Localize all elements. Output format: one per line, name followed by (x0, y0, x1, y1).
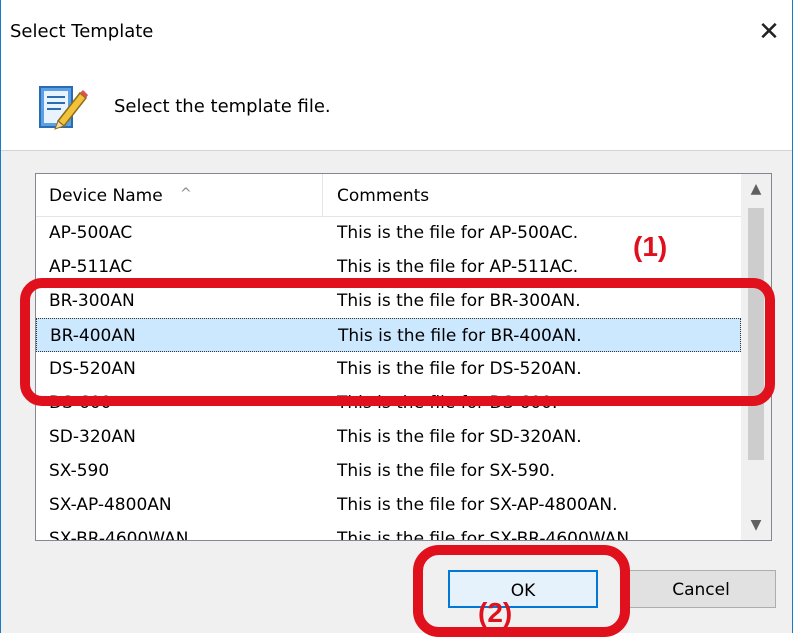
list-header: Device Name ^ Comments (36, 174, 741, 217)
dialog-header: Select the template file. (1, 68, 792, 151)
close-icon: ✕ (758, 17, 780, 47)
comment-cell: This is the file for SD-320AN. (337, 427, 582, 447)
instruction-text: Select the template file. (114, 96, 331, 117)
list-item[interactable]: SD-320AN This is the file for SD-320AN. (36, 420, 741, 454)
comment-cell: This is the file for AP-500AC. (337, 223, 579, 243)
comment-cell: This is the file for SX-BR-4600WAN. (337, 529, 635, 541)
comment-cell: This is the file for SX-590. (337, 461, 556, 481)
title-bar: Select Template ✕ (1, 0, 792, 68)
close-button[interactable]: ✕ (746, 12, 792, 52)
device-name-cell: SD-320AN (49, 427, 136, 447)
scroll-down-button[interactable]: ▼ (741, 510, 771, 540)
annotation-label-1: (1) (633, 231, 668, 262)
list-item[interactable]: SX-590 This is the file for SX-590. (36, 454, 741, 488)
annotation-highlight-rows (20, 278, 775, 406)
column-header-device-name[interactable]: Device Name ^ (36, 174, 323, 216)
chevron-up-icon: ▲ (750, 181, 762, 197)
column-label-device-name: Device Name (49, 186, 163, 206)
column-header-comments[interactable]: Comments (323, 174, 741, 216)
edit-document-icon (39, 86, 88, 130)
device-name-cell: SX-BR-4600WAN (49, 529, 189, 541)
list-item[interactable]: SX-BR-4600WAN This is the file for SX-BR-… (36, 522, 741, 541)
chevron-down-icon: ▼ (750, 517, 762, 533)
scroll-up-button[interactable]: ▲ (741, 174, 771, 204)
column-label-comments: Comments (337, 186, 430, 206)
dialog-title: Select Template (10, 21, 154, 42)
device-name-cell: AP-500AC (49, 223, 133, 243)
annotation-highlight-ok (413, 545, 630, 637)
sort-ascending-icon: ^ (180, 186, 192, 202)
cancel-button[interactable]: Cancel (626, 570, 776, 608)
annotation-label-2: (2) (478, 597, 513, 628)
device-name-cell: SX-590 (49, 461, 110, 481)
device-name-cell: SX-AP-4800AN (49, 495, 172, 515)
comment-cell: This is the file for SX-AP-4800AN. (337, 495, 618, 515)
list-item[interactable]: SX-AP-4800AN This is the file for SX-AP-4… (36, 488, 741, 522)
